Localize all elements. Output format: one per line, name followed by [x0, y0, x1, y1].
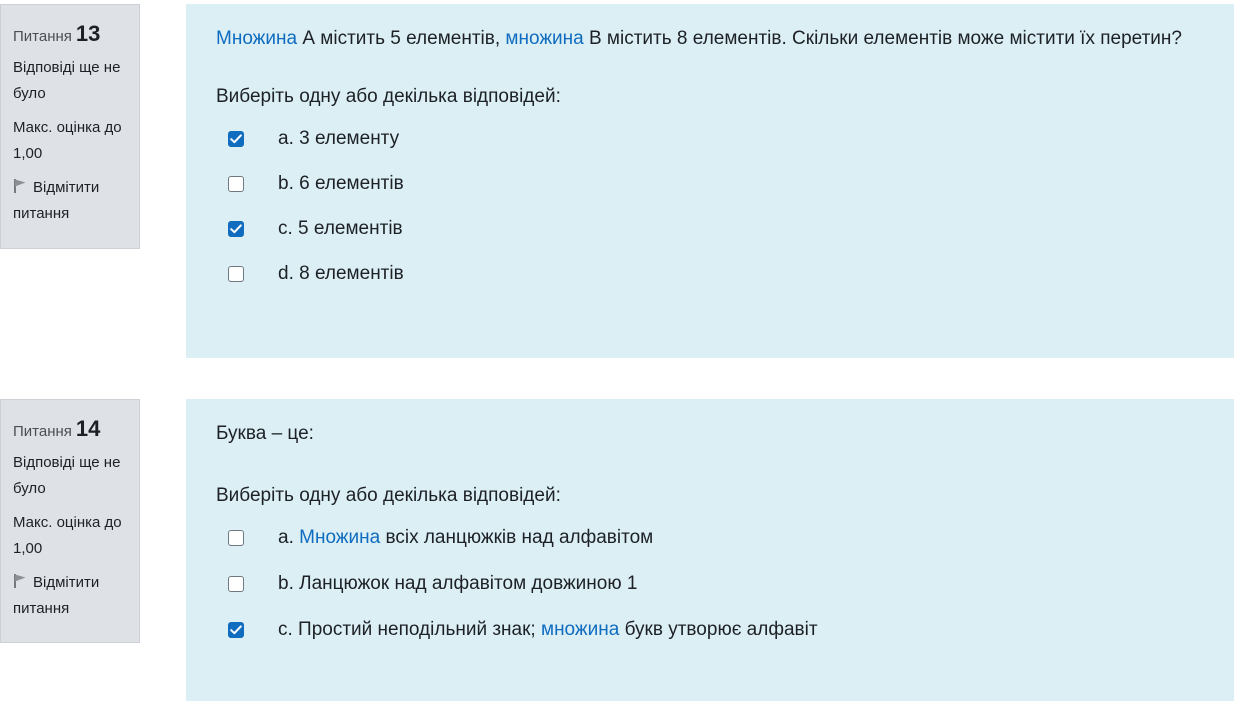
text-segment: всіх ланцюжків над алфавітом — [380, 527, 654, 548]
answer-option[interactable]: b. 6 елементів — [228, 161, 1204, 206]
answer-option[interactable]: c. Простий неподільний знак; множина бук… — [228, 607, 1204, 653]
answer-option[interactable]: d. 8 елементів — [228, 251, 1204, 296]
question-info-panel: Питання 13 Відповіді ще не було Макс. оці… — [0, 4, 140, 249]
answer-checkbox[interactable] — [228, 175, 244, 192]
text-segment: Буква – це: — [216, 423, 314, 444]
question-state: Відповіді ще не було — [13, 454, 121, 497]
question-max-grade: Макс. оцінка до 1,00 — [13, 514, 122, 557]
answer-option[interactable]: a. 3 елементу — [228, 116, 1204, 161]
text-segment: d. 8 елементів — [278, 262, 404, 284]
text-segment: В містить 8 елементів. Скільки елементів… — [583, 28, 1182, 49]
question-info-panel: Питання 14 Відповіді ще не було Макс. оці… — [0, 399, 140, 643]
answer-list: a. Множина всіх ланцюжків над алфавітом b… — [216, 515, 1204, 653]
question-label: Питання — [13, 28, 72, 45]
checkmark-icon — [230, 133, 242, 143]
question-number: 14 — [75, 416, 101, 441]
answer-list: a. 3 елементу b. 6 елементів c. 5 елементі… — [216, 116, 1204, 296]
answer-label[interactable]: c. Простий неподільний знак; множина бук… — [278, 618, 818, 642]
answer-label[interactable]: a. 3 елементу — [278, 127, 399, 151]
glossary-link[interactable]: Множина — [299, 527, 380, 548]
checkmark-icon — [230, 223, 242, 233]
text-segment: А містить 5 елементів, — [297, 28, 506, 49]
question-content: Буква – це: Виберіть одну або декілька в… — [186, 399, 1234, 701]
question-text: Множина А містить 5 елементів, множина В… — [216, 22, 1204, 56]
answer-prompt: Виберіть одну або декілька відповідей: — [216, 86, 561, 107]
text-segment: c. Простий неподільний знак; — [278, 619, 541, 640]
question-text: Буква – це: — [216, 417, 1204, 451]
answer-checkbox[interactable] — [228, 576, 244, 592]
answer-checkbox[interactable] — [228, 220, 244, 237]
question-max-grade: Макс. оцінка до 1,00 — [13, 119, 122, 162]
flag-icon — [14, 574, 26, 588]
answer-checkbox[interactable] — [228, 530, 244, 546]
answer-option[interactable]: c. 5 елементів — [228, 206, 1204, 251]
flag-icon — [14, 179, 26, 193]
text-segment: букв утворює алфавіт — [619, 619, 818, 640]
answer-prompt: Виберіть одну або декілька відповідей: — [216, 485, 561, 506]
flag-question-link[interactable]: Відмітити питання — [13, 570, 133, 622]
question-number: 13 — [75, 21, 101, 46]
flag-question-link[interactable]: Відмітити питання — [13, 175, 133, 227]
question-content: Множина А містить 5 елементів, множина В… — [186, 4, 1234, 358]
answer-label[interactable]: b. Ланцюжок над алфавітом довжиною 1 — [278, 572, 637, 596]
answer-option[interactable]: a. Множина всіх ланцюжків над алфавітом — [228, 515, 1204, 561]
answer-option[interactable]: b. Ланцюжок над алфавітом довжиною 1 — [228, 561, 1204, 607]
question-label: Питання — [13, 423, 72, 440]
question-state: Відповіді ще не було — [13, 59, 121, 102]
answer-label[interactable]: a. Множина всіх ланцюжків над алфавітом — [278, 526, 653, 550]
answer-label[interactable]: d. 8 елементів — [278, 262, 404, 286]
answer-label[interactable]: b. 6 елементів — [278, 172, 404, 196]
glossary-link[interactable]: Множина — [216, 28, 297, 49]
glossary-link[interactable]: множина — [541, 619, 619, 640]
text-segment: a. 3 елементу — [278, 127, 400, 149]
checkmark-icon — [230, 625, 242, 635]
answer-checkbox[interactable] — [228, 130, 244, 147]
text-segment: a. — [278, 527, 300, 548]
text-segment: b. Ланцюжок над алфавітом довжиною 1 — [278, 573, 638, 594]
answer-checkbox[interactable] — [228, 622, 244, 638]
text-segment: b. 6 елементів — [278, 172, 404, 194]
answer-label[interactable]: c. 5 елементів — [278, 217, 403, 241]
glossary-link[interactable]: множина — [505, 28, 583, 49]
text-segment: c. 5 елементів — [278, 217, 403, 239]
answer-checkbox[interactable] — [228, 265, 244, 282]
